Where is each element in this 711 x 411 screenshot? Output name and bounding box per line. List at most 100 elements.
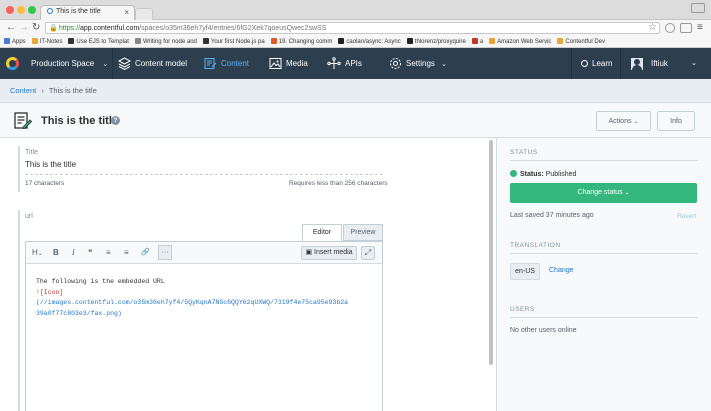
users-divider — [510, 317, 698, 318]
markdown-textarea[interactable]: The following is the embedded URL ![Icon… — [36, 277, 381, 319]
profile-icon[interactable] — [691, 3, 705, 13]
change-status-button[interactable]: Change status ⌄ — [510, 183, 697, 203]
nav-content-model[interactable]: Content model — [117, 48, 187, 79]
entry-icon — [14, 112, 32, 129]
bookmark-label: 19. Changing comm — [278, 39, 333, 45]
bookmark-item[interactable]: Use EJS to Templat — [68, 37, 129, 47]
editor-scrollbar[interactable] — [489, 140, 493, 365]
quote-icon: ❝ — [88, 248, 93, 257]
bookmark-star-icon[interactable]: ☆ — [648, 22, 657, 34]
bookmark-item[interactable]: Your first Node.js pa — [202, 37, 265, 47]
bookmark-item[interactable]: Writing for node and — [134, 37, 197, 47]
fullscreen-icon[interactable]: ⤢ — [361, 246, 375, 260]
nav-settings[interactable]: Settings ⌄ — [389, 48, 447, 79]
app-header: Production Space ⌄ Content model Content… — [0, 48, 711, 79]
bookmark-label: Amazon Web Servic — [497, 39, 552, 45]
status-dot-icon — [510, 170, 517, 177]
browser-nav-bar: ← → ↻ 🔒 https://app.contentful.com/spaces… — [0, 20, 711, 36]
url-path: /spaces/o35m36eh7yf4/entries/6fG2Xek7qoe… — [139, 25, 327, 32]
unordered-list-button[interactable]: ≡ — [106, 242, 111, 264]
nav-settings-label: Settings — [406, 59, 435, 68]
translation-heading: TRANSLATION — [510, 242, 561, 249]
address-bar[interactable]: 🔒 https://app.contentful.com/spaces/o35m3… — [45, 22, 660, 34]
entry-header: This is the title ? Actions ⌄ Info — [0, 103, 711, 138]
markdown-line-2: ![Icon] — [36, 288, 64, 296]
link-button[interactable]: 🔗 — [141, 242, 150, 264]
more-button[interactable]: ··· — [158, 245, 172, 260]
breadcrumb: Content › This is the title — [0, 79, 711, 103]
browser-menu-icon[interactable]: ≡ — [697, 22, 703, 34]
browser-tab-title: This is the title — [56, 8, 101, 15]
nav-content[interactable]: Content — [204, 48, 249, 79]
contentful-favicon-icon — [47, 8, 53, 14]
back-icon[interactable]: ← — [6, 22, 16, 34]
bookmark-item[interactable]: caolan/async: Async — [338, 37, 401, 47]
change-status-label: Change status — [577, 189, 623, 196]
new-tab-button[interactable] — [135, 8, 153, 20]
learn-label: Learn — [592, 59, 613, 68]
extension-icon[interactable] — [665, 23, 675, 33]
title-input[interactable]: This is the title — [25, 160, 383, 175]
nav-apis[interactable]: APIs — [327, 48, 362, 79]
users-heading: USERS — [510, 306, 535, 313]
revert-button[interactable]: Revert — [677, 213, 696, 220]
markdown-line-3: (//images.contentful.com/o35m36eh7yf4/5Q… — [36, 299, 349, 306]
contentful-logo-icon[interactable] — [6, 57, 19, 70]
breadcrumb-content-link[interactable]: Content — [10, 86, 36, 95]
close-window-icon[interactable] — [6, 6, 14, 14]
italic-icon: I — [72, 248, 75, 257]
bookmark-item[interactable]: a — [471, 37, 483, 47]
nav-content-label: Content — [221, 59, 250, 68]
info-button[interactable]: Info — [657, 111, 695, 131]
learn-button[interactable]: Learn — [571, 48, 617, 79]
bookmark-item[interactable]: IT-Notes — [31, 37, 62, 47]
bookmark-favicon-icon — [68, 38, 75, 44]
extension-2-icon[interactable] — [680, 23, 692, 33]
settings-chevron-down-icon: ⌄ — [441, 61, 448, 68]
url-host: app.contentful.com — [80, 25, 140, 32]
forward-icon[interactable]: → — [19, 22, 29, 34]
bookmark-list: Apps IT-Notes Use EJS to Templat Writing fo… — [0, 36, 711, 47]
content-model-icon — [117, 57, 132, 71]
bookmark-item[interactable]: thlorenz/proxyquire — [406, 37, 466, 47]
insert-media-button[interactable]: ▣ Insert media — [301, 246, 357, 260]
chevron-down-icon: ⌄ — [102, 61, 109, 68]
maximize-window-icon[interactable] — [28, 6, 36, 14]
bookmark-favicon-icon — [31, 38, 38, 44]
actions-chevron-down-icon: ⌄ — [633, 119, 639, 125]
bullet-list-icon: ≡ — [106, 248, 111, 257]
user-chevron-down-icon: ⌄ — [691, 60, 697, 67]
bookmark-item[interactable]: Contentful Dev — [557, 37, 605, 47]
entry-editor: Title This is the title 17 characters Re… — [0, 138, 496, 411]
heading-button[interactable]: H⌄ — [32, 242, 43, 265]
title-char-count: 17 characters — [25, 180, 65, 187]
markdown-toolbar: H⌄ B I ❝ ≡ ≡ 🔗 ··· ▣ Insert media ⤢ — [26, 242, 382, 264]
actions-button[interactable]: Actions ⌄ — [596, 111, 651, 131]
nav-media[interactable]: Media — [269, 48, 308, 79]
tab-preview[interactable]: Preview — [343, 224, 383, 241]
change-locale-link[interactable]: Change — [549, 267, 574, 274]
bold-button[interactable]: B — [53, 242, 59, 264]
minimize-window-icon[interactable] — [17, 6, 25, 14]
tab-close-icon[interactable]: × — [124, 8, 129, 17]
bookmark-favicon-icon — [4, 38, 10, 44]
bookmark-item[interactable]: Amazon Web Servic — [489, 37, 552, 47]
quote-button[interactable]: ❝ — [88, 242, 92, 264]
browser-tab[interactable]: This is the title × — [40, 5, 135, 20]
italic-button[interactable]: I — [72, 242, 75, 264]
nav-apis-label: APIs — [345, 59, 362, 68]
title-field-label: Title — [25, 149, 38, 156]
ordered-list-button[interactable]: ≡ — [124, 242, 129, 264]
space-switcher[interactable]: Production Space ⌄ — [25, 48, 113, 79]
help-icon[interactable]: ? — [111, 116, 120, 125]
bookmark-label: Use EJS to Templat — [76, 39, 129, 45]
bookmark-label: thlorenz/proxyquire — [414, 39, 466, 45]
tab-editor[interactable]: Editor — [302, 224, 342, 241]
user-menu[interactable]: Iftiuk ⌄ — [620, 48, 711, 79]
locale-badge: en-US — [510, 263, 540, 280]
reload-icon[interactable]: ↻ — [32, 22, 40, 34]
bookmark-item[interactable]: 19. Changing comm — [270, 37, 333, 47]
space-name: Production Space — [31, 59, 95, 68]
bookmark-item[interactable]: Apps — [4, 37, 26, 47]
status-value: Published — [545, 171, 577, 178]
